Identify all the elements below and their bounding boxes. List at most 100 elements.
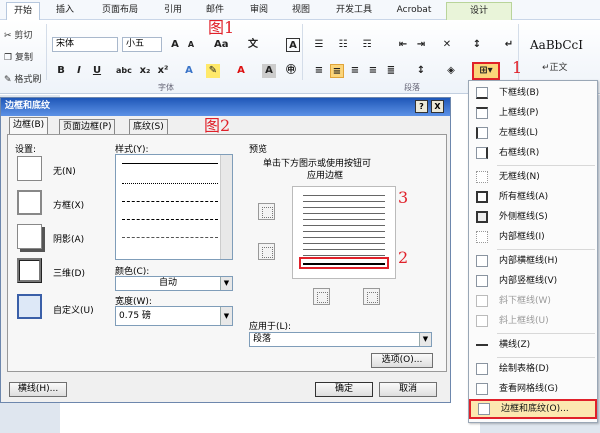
- right-border-toggle[interactable]: [363, 288, 380, 305]
- enclosed-char-icon[interactable]: ㊥: [284, 64, 298, 78]
- justify-icon[interactable]: ≡: [366, 64, 380, 78]
- highlight-icon[interactable]: ✎: [206, 64, 220, 78]
- style-dash-dot[interactable]: [122, 237, 218, 238]
- width-select[interactable]: 0.75 磅 ▼: [115, 306, 233, 326]
- menu-inside-horizontal[interactable]: 内部横框线(H): [469, 251, 597, 271]
- cancel-button[interactable]: 取消: [379, 382, 437, 397]
- menu-bottom-border[interactable]: 下框线(B): [469, 83, 597, 103]
- style-long-dash[interactable]: [122, 219, 218, 220]
- style-preview[interactable]: AaBbCcI: [530, 38, 583, 52]
- shrink-font-icon[interactable]: A: [184, 38, 198, 52]
- tab-page-border[interactable]: 页面边框(P): [59, 119, 116, 134]
- horizontal-line-button[interactable]: 横线(H)...: [9, 382, 67, 397]
- style-name: ↵正文: [542, 63, 568, 73]
- cut-button[interactable]: ✂ 剪切: [4, 28, 32, 41]
- subscript-icon[interactable]: x₂: [138, 64, 152, 78]
- all-borders-icon: [476, 191, 488, 203]
- menu-outside-borders[interactable]: 外侧框线(S): [469, 207, 597, 227]
- tab-references[interactable]: 引用: [156, 2, 190, 20]
- annotation-number2: 2: [398, 248, 409, 267]
- char-shading-icon[interactable]: A: [262, 64, 276, 78]
- ok-button[interactable]: 确定: [315, 382, 373, 397]
- setting-none-icon[interactable]: [17, 156, 42, 181]
- align-center-icon[interactable]: ≡: [330, 64, 344, 78]
- apply-to-select[interactable]: 段落 ▼: [249, 332, 432, 347]
- line-style-list[interactable]: [115, 154, 233, 260]
- tab-insert[interactable]: 插入: [48, 2, 82, 20]
- setting-custom-icon[interactable]: [17, 294, 42, 319]
- grow-font-icon[interactable]: A: [168, 38, 182, 52]
- strikethrough-icon[interactable]: abc: [116, 64, 132, 78]
- menu-right-border[interactable]: 右框线(R): [469, 143, 597, 163]
- char-border-icon[interactable]: A: [286, 38, 300, 52]
- tab-view[interactable]: 视图: [284, 2, 318, 20]
- menu-view-gridlines[interactable]: 查看网格线(G): [469, 379, 597, 399]
- tab-acrobat[interactable]: Acrobat: [388, 2, 440, 20]
- tab-design[interactable]: 设计: [446, 2, 512, 20]
- style-solid[interactable]: [122, 163, 218, 164]
- setting-3d-label[interactable]: 三维(D): [53, 266, 85, 279]
- tab-developer[interactable]: 开发工具: [326, 2, 382, 20]
- setting-custom-label[interactable]: 自定义(U): [53, 303, 94, 316]
- tab-shading[interactable]: 底纹(S): [129, 119, 168, 134]
- shading-icon[interactable]: ◈: [444, 64, 458, 78]
- distribute-icon[interactable]: ≣: [384, 64, 398, 78]
- menu-left-border[interactable]: 左框线(L): [469, 123, 597, 143]
- border-preview[interactable]: [292, 186, 396, 279]
- phonetic-icon[interactable]: 文: [246, 38, 260, 52]
- top-border-toggle[interactable]: [258, 203, 275, 220]
- middle-border-toggle[interactable]: [258, 243, 275, 260]
- style-dotted[interactable]: [122, 183, 218, 184]
- change-case-icon[interactable]: Aa: [214, 38, 229, 52]
- copy-button[interactable]: ❐ 复制: [4, 50, 33, 63]
- text-effects-icon[interactable]: A: [182, 64, 196, 78]
- chinese-layout-icon[interactable]: ✕: [440, 38, 454, 52]
- setting-label: 设置:: [15, 145, 37, 155]
- format-painter-button[interactable]: ✎ 格式刷: [4, 72, 41, 85]
- color-select[interactable]: 自动 ▼: [115, 276, 233, 291]
- decrease-indent-icon[interactable]: ⇤: [396, 38, 410, 52]
- setting-box-label[interactable]: 方框(X): [53, 198, 84, 211]
- tab-review[interactable]: 审阅: [242, 2, 276, 20]
- font-color-icon[interactable]: A: [234, 64, 248, 78]
- tab-home[interactable]: 开始: [6, 2, 40, 20]
- close-button[interactable]: X: [431, 100, 444, 113]
- setting-3d-icon[interactable]: [17, 258, 42, 283]
- font-name-select[interactable]: 宋体: [52, 37, 118, 52]
- superscript-icon[interactable]: x²: [156, 64, 170, 78]
- left-border-toggle[interactable]: [313, 288, 330, 305]
- increase-indent-icon[interactable]: ⇥: [414, 38, 428, 52]
- show-marks-icon[interactable]: ↵: [502, 38, 516, 52]
- setting-shadow-label[interactable]: 阴影(A): [53, 232, 84, 245]
- setting-box-icon[interactable]: [17, 190, 42, 215]
- underline-button[interactable]: U: [90, 64, 104, 78]
- tab-borders[interactable]: 边框(B): [9, 117, 49, 135]
- menu-top-border[interactable]: 上框线(P): [469, 103, 597, 123]
- font-size-select[interactable]: 小五: [122, 37, 162, 52]
- tab-page-layout[interactable]: 页面布局: [92, 2, 148, 20]
- style-list-scrollbar[interactable]: [220, 155, 232, 259]
- border-dropdown-button[interactable]: ⊞▾: [472, 62, 500, 80]
- align-right-icon[interactable]: ≡: [348, 64, 362, 78]
- bullets-icon[interactable]: ☰: [312, 38, 326, 52]
- menu-draw-table[interactable]: 绘制表格(D): [469, 359, 597, 379]
- menu-horizontal-line[interactable]: 横线(Z): [469, 335, 597, 355]
- align-left-icon[interactable]: ≡: [312, 64, 326, 78]
- options-button[interactable]: 选项(O)...: [371, 353, 433, 368]
- setting-shadow-icon[interactable]: [17, 224, 42, 249]
- menu-borders-and-shading[interactable]: 边框和底纹(O)...: [469, 399, 597, 419]
- menu-inside-vertical[interactable]: 内部竖框线(V): [469, 271, 597, 291]
- menu-no-border[interactable]: 无框线(N): [469, 167, 597, 187]
- style-dashed[interactable]: [122, 201, 218, 202]
- help-button[interactable]: ?: [415, 100, 428, 113]
- multilevel-list-icon[interactable]: ☶: [360, 38, 374, 52]
- setting-none-label[interactable]: 无(N): [53, 164, 76, 177]
- line-spacing-icon[interactable]: ↕: [414, 64, 428, 78]
- sort-icon[interactable]: ↕: [470, 38, 484, 52]
- menu-all-borders[interactable]: 所有框线(A): [469, 187, 597, 207]
- italic-button[interactable]: I: [72, 64, 86, 78]
- draw-table-icon: [476, 363, 488, 375]
- numbering-icon[interactable]: ☷: [336, 38, 350, 52]
- menu-inside-borders[interactable]: 内部框线(I): [469, 227, 597, 247]
- bold-button[interactable]: B: [54, 64, 68, 78]
